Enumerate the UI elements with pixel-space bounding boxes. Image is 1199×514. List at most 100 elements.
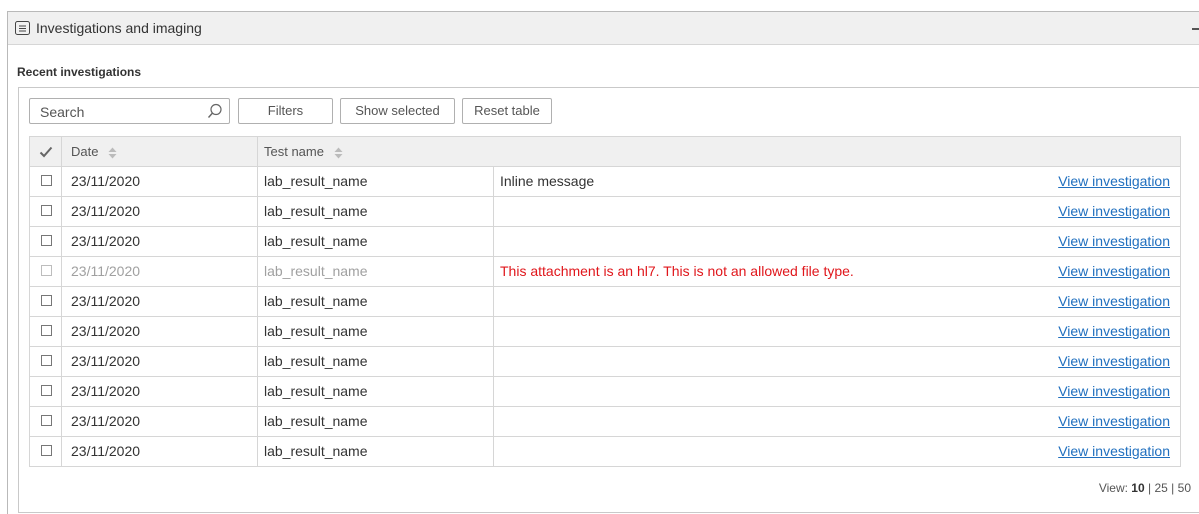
view-investigation-link[interactable]: View investigation [1058,317,1170,346]
test-name-cell: lab_result_name [258,257,494,286]
table-row[interactable]: 23/11/2020 lab_result_name View investigat… [30,347,1180,377]
row-checkbox-cell[interactable] [30,227,62,256]
table-row[interactable]: 23/11/2020 lab_result_name Inline message V… [30,167,1180,197]
select-all-cell[interactable] [30,137,62,166]
row-checkbox-cell[interactable] [30,347,62,376]
row-checkbox[interactable] [41,355,52,366]
date-cell: 23/11/2020 [62,437,258,466]
page-size-10[interactable]: 10 [1131,481,1144,495]
checkmark-icon[interactable] [39,146,53,158]
view-investigation-link[interactable]: View investigation [1058,197,1170,226]
date-cell: 23/11/2020 [62,197,258,226]
row-checkbox[interactable] [41,385,52,396]
row-checkbox[interactable] [41,205,52,216]
test-name-column-label: Test name [264,144,324,159]
date-cell: 23/11/2020 [62,287,258,316]
page-size-25[interactable]: 25 [1154,481,1167,495]
table-row[interactable]: 23/11/2020 lab_result_name View investigat… [30,407,1180,437]
investigations-table: Date Test name 23/11/2020 lab_result_name… [29,136,1181,467]
date-cell: 23/11/2020 [62,167,258,196]
view-investigation-link[interactable]: View investigation [1058,287,1170,316]
row-checkbox-cell[interactable] [30,407,62,436]
show-selected-button[interactable]: Show selected [340,98,455,124]
row-checkbox-cell[interactable] [30,317,62,346]
test-name-column-header[interactable]: Test name [258,137,494,166]
row-checkbox-cell[interactable] [30,437,62,466]
search-icon[interactable] [207,103,223,119]
table-row[interactable]: 23/11/2020 lab_result_name View investigat… [30,437,1180,467]
message-cell [494,227,944,256]
message-cell [494,347,944,376]
message-cell: Inline message [500,173,595,189]
message-cell [494,287,944,316]
date-cell: 23/11/2020 [62,377,258,406]
view-investigation-link[interactable]: View investigation [1058,167,1170,196]
test-name-cell: lab_result_name [258,347,494,376]
date-cell: 23/11/2020 [62,347,258,376]
reset-table-button[interactable]: Reset table [462,98,552,124]
test-name-cell: lab_result_name [258,407,494,436]
row-checkbox[interactable] [41,295,52,306]
section-title: Recent investigations [17,65,142,79]
row-checkbox[interactable] [41,325,52,336]
row-checkbox[interactable] [41,415,52,426]
table-row[interactable]: 23/11/2020 lab_result_name View investigat… [30,317,1180,347]
search-input[interactable]: Search [29,98,230,124]
test-name-cell: lab_result_name [258,377,494,406]
page-size-50[interactable]: 50 [1178,481,1191,495]
sort-icon[interactable] [334,147,343,159]
collapse-icon[interactable] [1192,28,1199,30]
filters-button[interactable]: Filters [238,98,333,124]
test-name-cell: lab_result_name [258,317,494,346]
view-investigation-link[interactable]: View investigation [1058,227,1170,256]
test-name-cell: lab_result_name [258,167,494,196]
view-investigation-link[interactable]: View investigation [1058,347,1170,376]
test-name-cell: lab_result_name [258,437,494,466]
test-name-cell: lab_result_name [258,227,494,256]
test-name-cell: lab_result_name [258,197,494,226]
message-cell: This attachment is an hl7. This is not a… [500,263,854,279]
row-checkbox[interactable] [41,175,52,186]
row-checkbox[interactable] [41,235,52,246]
test-name-cell: lab_result_name [258,287,494,316]
date-cell: 23/11/2020 [62,407,258,436]
message-cell [494,407,944,436]
page-size-selector: View: 10 | 25 | 50 [1099,481,1191,495]
row-checkbox-cell[interactable] [30,197,62,226]
view-investigation-link[interactable]: View investigation [1058,437,1170,466]
table-header-row: Date Test name [30,137,1180,167]
table-row[interactable]: 23/11/2020 lab_result_name View investigat… [30,377,1180,407]
table-row[interactable]: 23/11/2020 lab_result_name View investigat… [30,197,1180,227]
row-checkbox-cell[interactable] [30,287,62,316]
panel-title: Investigations and imaging [36,20,202,36]
date-column-label: Date [71,144,99,159]
date-column-header[interactable]: Date [62,137,258,166]
investigations-panel: Investigations and imaging Recent invest… [7,11,1199,514]
investigations-table-container: Search Filters Show selected Reset table… [18,87,1199,513]
message-cell [494,377,944,406]
message-cell [494,317,944,346]
row-checkbox-cell[interactable] [30,257,62,286]
row-checkbox[interactable] [41,265,52,276]
view-investigation-link[interactable]: View investigation [1058,257,1170,286]
table-row[interactable]: 23/11/2020 lab_result_name View investigat… [30,287,1180,317]
row-checkbox-cell[interactable] [30,167,62,196]
sort-icon[interactable] [108,147,117,159]
table-row[interactable]: 23/11/2020 lab_result_name View investigat… [30,227,1180,257]
message-cell [494,437,944,466]
row-checkbox[interactable] [41,445,52,456]
panel-header[interactable]: Investigations and imaging [8,12,1199,45]
date-cell: 23/11/2020 [62,227,258,256]
pager-separator: | [1148,481,1152,495]
document-icon [15,21,30,35]
row-checkbox-cell[interactable] [30,377,62,406]
view-investigation-link[interactable]: View investigation [1058,407,1170,436]
search-placeholder: Search [40,104,85,120]
page-size-label: View: [1098,481,1128,495]
table-row[interactable]: 23/11/2020 lab_result_name This attachment… [30,257,1180,287]
message-cell [494,197,944,226]
date-cell: 23/11/2020 [62,257,258,286]
pager-separator: | [1171,481,1175,495]
date-cell: 23/11/2020 [62,317,258,346]
view-investigation-link[interactable]: View investigation [1058,377,1170,406]
